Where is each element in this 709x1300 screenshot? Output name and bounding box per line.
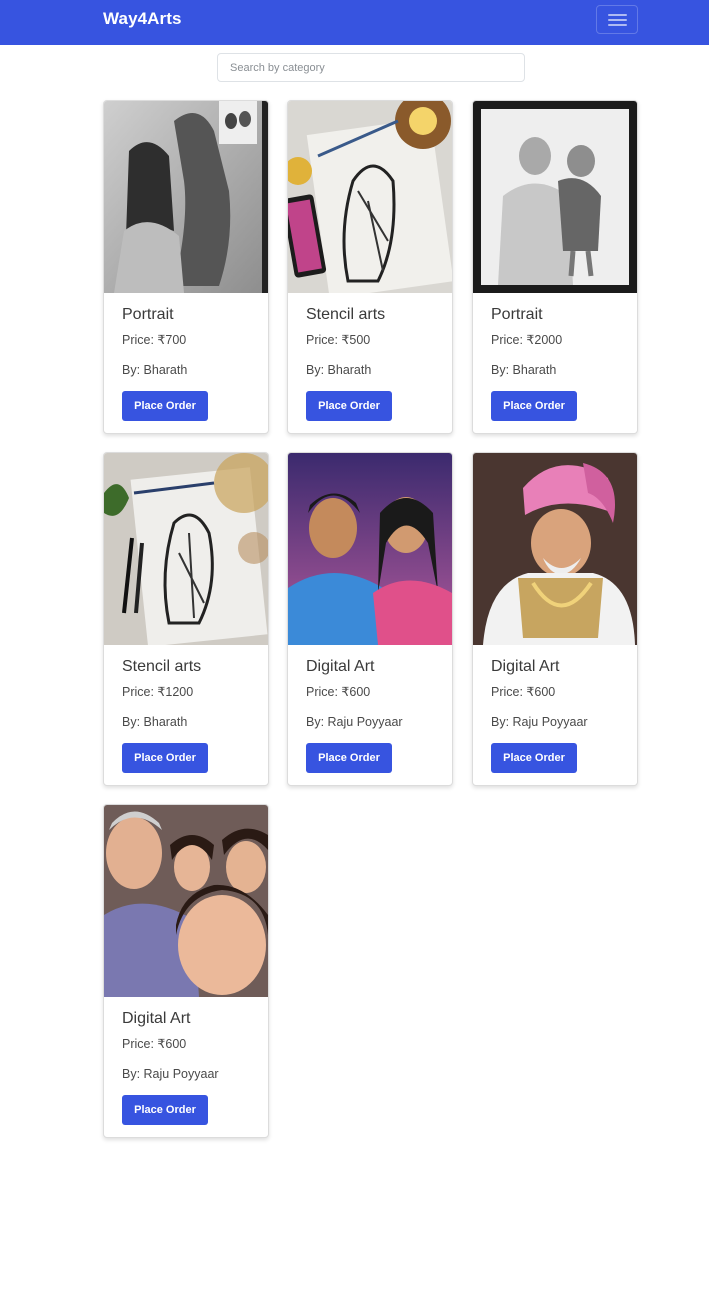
- card-price: Price: ₹1200: [122, 685, 194, 699]
- product-card: Digital Art Price: ₹600 By: Raju Poyyaar…: [287, 452, 453, 786]
- navbar: Way4Arts: [0, 0, 709, 45]
- card-author: By: Raju Poyyaar: [122, 1067, 219, 1081]
- card-price: Price: ₹600: [122, 1037, 187, 1051]
- product-card: Stencil arts Price: ₹1200 By: Bharath Pl…: [103, 452, 269, 786]
- artwork-image[interactable]: [288, 453, 452, 645]
- card-author: By: Raju Poyyaar: [491, 715, 588, 729]
- place-order-button[interactable]: Place Order: [306, 743, 392, 773]
- product-card: Portrait Price: ₹700 By: Bharath Place O…: [103, 100, 269, 434]
- card-title: Portrait: [122, 306, 174, 323]
- product-card: Digital Art Price: ₹600 By: Raju Poyyaar…: [472, 452, 638, 786]
- card-author: By: Bharath: [122, 715, 188, 729]
- brand-logo[interactable]: Way4Arts: [103, 9, 182, 29]
- card-price: Price: ₹700: [122, 333, 187, 347]
- place-order-button[interactable]: Place Order: [122, 391, 208, 421]
- place-order-button[interactable]: Place Order: [122, 743, 208, 773]
- place-order-button[interactable]: Place Order: [491, 743, 577, 773]
- place-order-button[interactable]: Place Order: [122, 1095, 208, 1125]
- card-title: Stencil arts: [122, 658, 202, 675]
- card-title: Portrait: [491, 306, 543, 323]
- card-price: Price: ₹600: [306, 685, 371, 699]
- place-order-button[interactable]: Place Order: [306, 391, 392, 421]
- artwork-image[interactable]: [288, 101, 452, 293]
- card-title: Stencil arts: [306, 306, 386, 323]
- artwork-image[interactable]: [473, 453, 637, 645]
- artwork-image[interactable]: [104, 101, 268, 293]
- card-price: Price: ₹600: [491, 685, 556, 699]
- card-price: Price: ₹500: [306, 333, 371, 347]
- product-card: Digital Art Price: ₹600 By: Raju Poyyaar…: [103, 804, 269, 1138]
- card-author: By: Bharath: [306, 363, 372, 377]
- artwork-image[interactable]: [473, 101, 637, 293]
- product-card: Portrait Price: ₹2000 By: Bharath Place …: [472, 100, 638, 434]
- card-price: Price: ₹2000: [491, 333, 563, 347]
- card-author: By: Raju Poyyaar: [306, 715, 403, 729]
- card-title: Digital Art: [306, 658, 375, 675]
- hamburger-menu-icon[interactable]: [596, 5, 638, 34]
- card-title: Digital Art: [122, 1010, 191, 1027]
- artwork-image[interactable]: [104, 453, 268, 645]
- product-card: Stencil arts Price: ₹500 By: Bharath Pla…: [287, 100, 453, 434]
- card-author: By: Bharath: [491, 363, 557, 377]
- artwork-image[interactable]: [104, 805, 268, 997]
- card-title: Digital Art: [491, 658, 560, 675]
- place-order-button[interactable]: Place Order: [491, 391, 577, 421]
- card-author: By: Bharath: [122, 363, 188, 377]
- search-input[interactable]: [217, 53, 525, 82]
